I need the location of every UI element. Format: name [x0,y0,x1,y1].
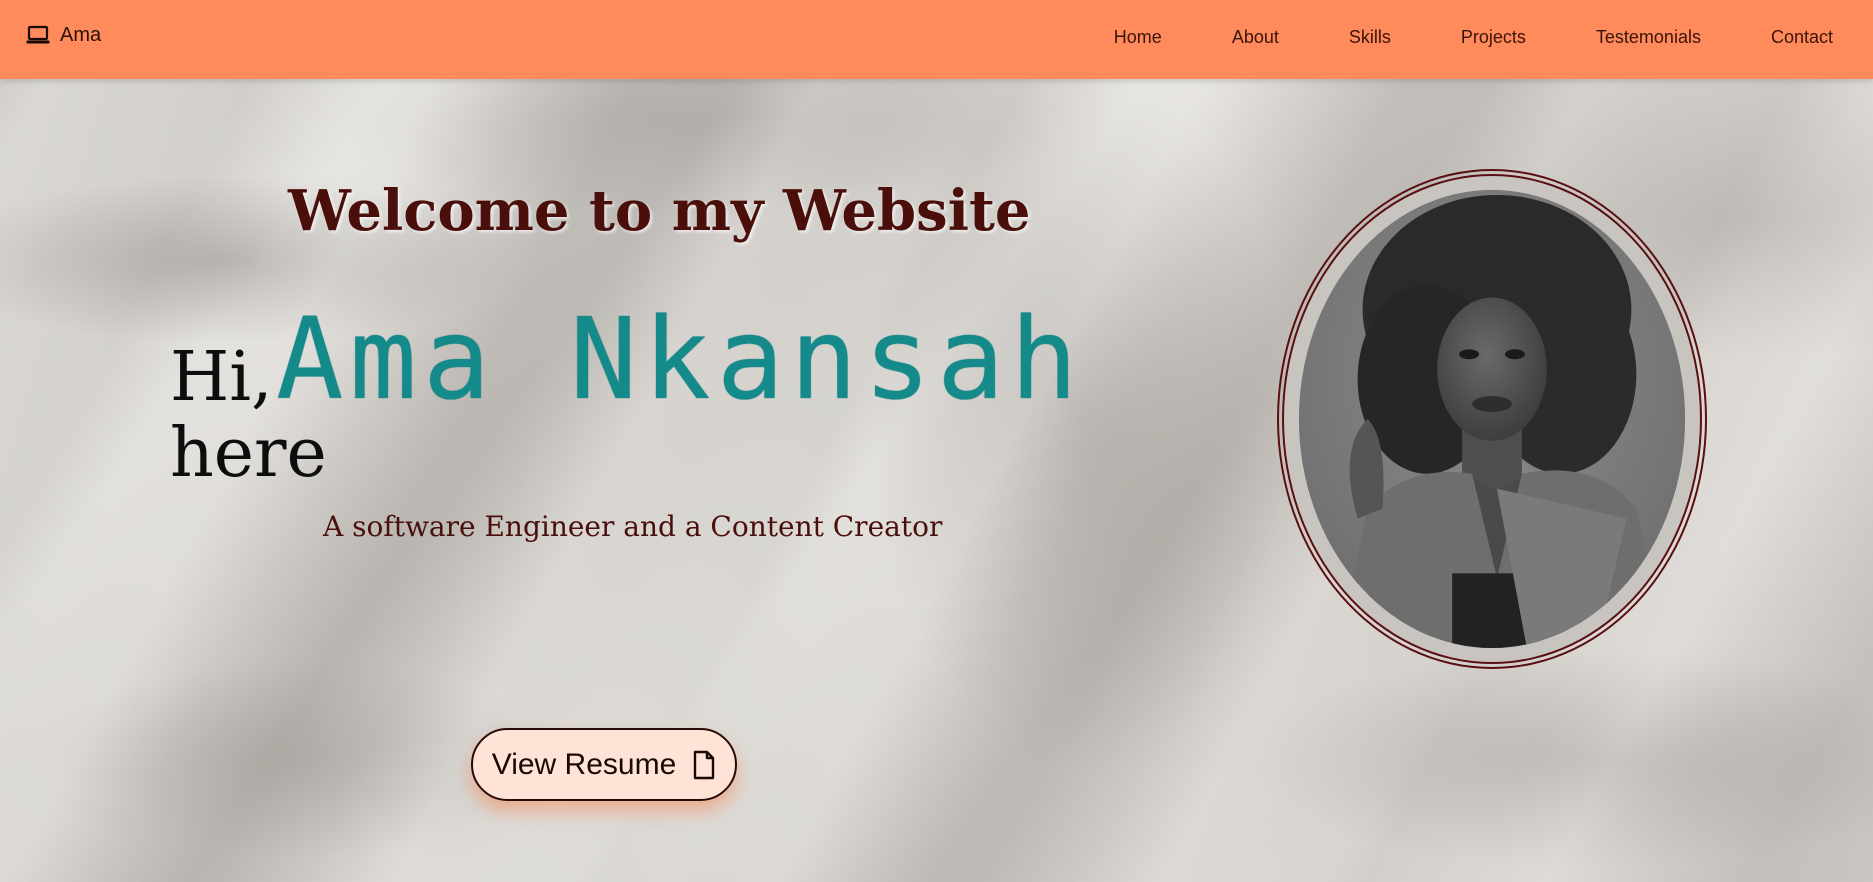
nav-item-about: About [1232,27,1279,48]
file-icon [694,750,715,779]
hero-name: Ama Nkansah [276,295,1084,425]
nav-link-projects[interactable]: Projects [1461,27,1526,47]
navbar: Ama Home About Skills Projects Testemoni… [0,0,1873,79]
portrait-frame [1277,169,1707,669]
greeting-text: Hi, [170,338,273,417]
portrait-ring [1282,174,1702,664]
nav-menu: Home About Skills Projects Testemonials … [1114,27,1833,48]
view-resume-button[interactable]: View Resume [471,728,737,801]
nav-item-contact: Contact [1771,27,1833,48]
resume-button-label: View Resume [491,747,677,781]
nav-item-projects: Projects [1461,27,1526,48]
brand[interactable]: Ama [26,22,101,48]
tagline: A software Engineer and a Content Creato… [323,510,943,543]
welcome-heading: Welcome to my Website [288,178,1031,244]
laptop-icon [26,25,50,44]
nav-link-home[interactable]: Home [1114,27,1162,47]
nav-item-skills: Skills [1349,27,1391,48]
nav-item-testemonials: Testemonials [1596,27,1701,48]
nav-link-skills[interactable]: Skills [1349,27,1391,47]
nav-link-contact[interactable]: Contact [1771,27,1833,47]
profile-photo [1299,190,1685,648]
nav-link-about[interactable]: About [1232,27,1279,47]
brand-name: Ama [60,23,102,46]
greeting-here: here [170,414,327,493]
nav-link-testemonials[interactable]: Testemonials [1596,27,1701,47]
nav-item-home: Home [1114,27,1162,48]
